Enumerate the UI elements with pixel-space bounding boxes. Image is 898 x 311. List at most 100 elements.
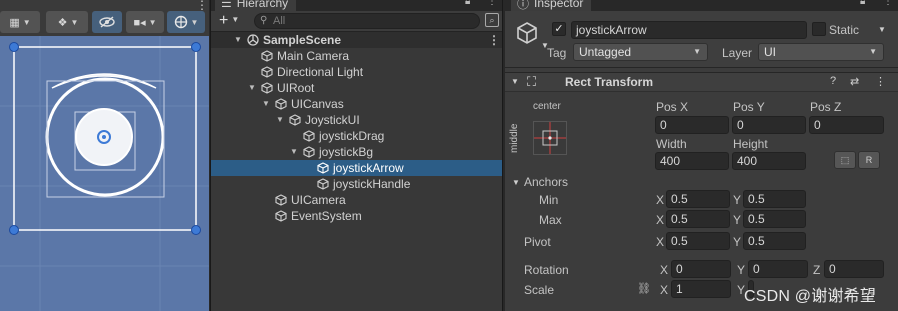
chevron-down-icon: ▼: [70, 17, 79, 27]
link-icon[interactable]: ⛓: [637, 282, 651, 295]
pivot-x-field[interactable]: 0.5: [666, 232, 730, 250]
object-name-field[interactable]: joystickArrow: [571, 21, 807, 39]
more-icon[interactable]: ⋮: [196, 0, 208, 11]
hierarchy-panel: ☰ Hierarchy 🔒︎ ⋮ + ▼ ⚲ All ⌕ ▼ SampleScene…: [210, 0, 503, 311]
width-label: Width: [656, 137, 687, 151]
gameobject-icon: [317, 178, 329, 190]
tree-item[interactable]: Directional Light: [211, 64, 502, 80]
hierarchy-tabbar: ☰ Hierarchy 🔒︎ ⋮: [211, 0, 502, 11]
tree-item-label: UICamera: [291, 193, 346, 207]
tree-item-label: JoystickUI: [305, 113, 360, 127]
tree-item[interactable]: ▼ JoystickUI: [211, 112, 502, 128]
inspector-panel: ⓘ Inspector 🔒︎ ⋮ ▼ ✓ joystickArrow Stati…: [505, 0, 898, 311]
pos-x-field[interactable]: 0: [655, 116, 729, 134]
tree-item[interactable]: joystickDrag: [211, 128, 502, 144]
layer-dropdown[interactable]: UI ▼: [758, 43, 884, 61]
anchor-preset-icon: [534, 122, 566, 154]
pos-y-label: Pos Y: [733, 100, 765, 114]
static-checkbox[interactable]: [812, 22, 826, 36]
scale-label: Scale: [524, 283, 555, 297]
tree-item-label: UIRoot: [277, 81, 315, 95]
pos-y-field[interactable]: 0: [732, 116, 806, 134]
rotation-x-field[interactable]: 0: [671, 260, 731, 278]
rotation-z-field[interactable]: 0: [824, 260, 884, 278]
camera-button[interactable]: ■◂ ▼: [126, 11, 164, 33]
search-input[interactable]: ⚲ All: [254, 13, 480, 29]
gameobject-icon: [275, 98, 287, 110]
pivot-y-letter: Y: [733, 235, 742, 249]
min-y-letter: Y: [733, 193, 742, 207]
resize-handle-bl[interactable]: [9, 225, 19, 235]
anchor-preset-button[interactable]: [533, 121, 567, 155]
expand-arrow-icon[interactable]: ▼: [289, 144, 299, 160]
rect-transform-icon: ⛶: [527, 74, 537, 89]
tree-item[interactable]: UICamera: [211, 192, 502, 208]
tree-item[interactable]: ▼ UIRoot: [211, 80, 502, 96]
effects-button[interactable]: ❖ ▼: [48, 11, 88, 33]
expand-arrow-icon[interactable]: ▼: [247, 80, 257, 96]
tree-item[interactable]: joystickArrow: [211, 160, 502, 176]
anchor-min-y-field[interactable]: 0.5: [743, 190, 806, 208]
gameobject-icon: [517, 22, 537, 44]
tab-inspector[interactable]: ⓘ Inspector: [511, 0, 592, 11]
tree-item[interactable]: Main Camera: [211, 48, 502, 64]
pos-z-field[interactable]: 0: [809, 116, 884, 134]
scale-x-field[interactable]: 1: [671, 280, 731, 298]
tab-hierarchy[interactable]: ☰ Hierarchy: [215, 0, 297, 11]
tree-item-label: EventSystem: [291, 209, 362, 223]
height-field[interactable]: 400: [732, 152, 806, 170]
width-field[interactable]: 400: [655, 152, 729, 170]
pivot-x-letter: X: [656, 235, 665, 249]
gameobject-icon: [289, 114, 301, 126]
tree-item-label: SampleScene: [263, 33, 342, 47]
resize-handle-br[interactable]: [191, 225, 201, 235]
chevron-down-icon[interactable]: ▼: [511, 77, 519, 86]
expand-arrow-icon[interactable]: ▼: [233, 32, 243, 48]
lock-icon[interactable]: 🔒︎: [465, 0, 470, 7]
tree-item[interactable]: EventSystem: [211, 208, 502, 224]
expand-arrow-icon[interactable]: ▼: [261, 96, 271, 112]
tree-item[interactable]: joystickHandle: [211, 176, 502, 192]
add-label: +: [219, 12, 229, 29]
blueprint-mode-button[interactable]: ⬚: [834, 151, 856, 169]
add-button[interactable]: + ▼: [219, 12, 239, 32]
chevron-down-icon[interactable]: ▼: [512, 178, 520, 187]
resize-handle-tl[interactable]: [9, 42, 19, 52]
more-icon[interactable]: ⋮: [488, 32, 500, 48]
pivot-y-field[interactable]: 0.5: [743, 232, 806, 250]
preset-icon[interactable]: ⇄: [850, 75, 859, 88]
lock-icon[interactable]: 🔒︎: [860, 0, 865, 7]
scene-view[interactable]: ⋮ ▦▼ ◀× ❖▼ ■◂▼ ▼: [0, 0, 209, 311]
rotation-y-field[interactable]: 0: [748, 260, 808, 278]
scene-row[interactable]: ▼ SampleScene ⋮: [211, 32, 502, 48]
draw-mode-button[interactable]: ▦ ▼: [0, 11, 40, 33]
more-icon[interactable]: ⋮: [875, 75, 886, 88]
anchor-min-x-field[interactable]: 0.5: [666, 190, 730, 208]
gameobject-icon: [275, 194, 287, 206]
scene-canvas[interactable]: [0, 36, 209, 311]
more-icon[interactable]: ⋮: [883, 0, 893, 7]
scale-x-letter: X: [660, 283, 669, 297]
tree-item[interactable]: ▼ joystickBg: [211, 144, 502, 160]
tree-item[interactable]: ▼ UICanvas: [211, 96, 502, 112]
tag-dropdown[interactable]: Untagged ▼: [573, 43, 708, 61]
search-options-icon[interactable]: ⌕: [485, 13, 499, 27]
expand-arrow-icon[interactable]: ▼: [275, 112, 285, 128]
draw-mode-icon: ▦: [9, 16, 20, 29]
pos-x-label: Pos X: [656, 100, 689, 114]
help-icon[interactable]: ?: [830, 75, 836, 87]
layers-icon: ❖: [57, 16, 68, 29]
rect-transform-header[interactable]: ▼ ⛶ Rect Transform ? ⇄ ⋮: [505, 72, 898, 92]
layer-label: Layer: [722, 46, 753, 60]
gizmos-button[interactable]: ▼: [167, 11, 205, 33]
tag-label: Tag: [547, 46, 567, 60]
visibility-toggle-button[interactable]: [92, 11, 122, 33]
anchor-max-x-field[interactable]: 0.5: [666, 210, 730, 228]
chevron-down-icon: ▼: [148, 17, 157, 27]
anchor-max-y-field[interactable]: 0.5: [743, 210, 806, 228]
active-checkbox[interactable]: ✓: [552, 22, 566, 36]
chevron-down-icon[interactable]: ▼: [878, 25, 886, 34]
raw-edit-button[interactable]: R: [858, 151, 880, 169]
more-icon[interactable]: ⋮: [487, 0, 497, 7]
resize-handle-tr[interactable]: [191, 42, 201, 52]
